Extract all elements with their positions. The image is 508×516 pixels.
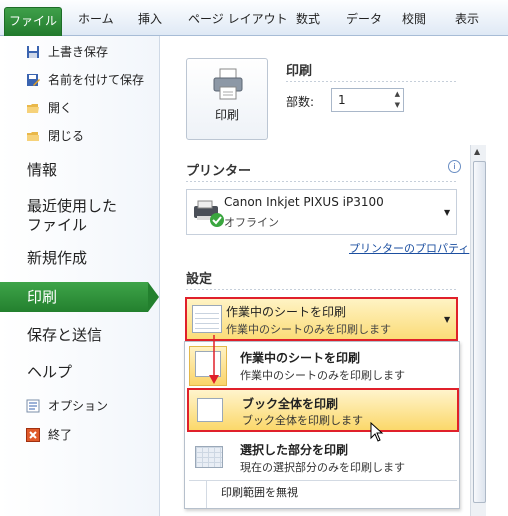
backstage-nav [0,36,160,516]
selected-scope-subtitle: 作業中のシートのみを印刷します [226,323,391,336]
printer-dropdown[interactable]: Canon Inkjet PIXUS iP3100 オフライン ▼ [186,189,457,235]
exit-icon [26,428,40,442]
printer-icon [213,68,243,100]
options-icon [26,399,40,413]
nav-recent-line1[interactable]: 最近使用した [27,196,117,216]
tab-formulas[interactable]: 数式 [296,8,320,30]
exit-label: 終了 [48,428,73,442]
spin-up-icon[interactable]: ▲ [395,90,400,98]
save-icon [27,46,39,58]
print-button[interactable]: 印刷 [186,58,268,140]
tab-insert[interactable]: 挿入 [138,8,162,30]
printer-separator [186,181,456,182]
selected-scope-title: 作業中のシートを印刷 [226,305,347,319]
copies-value: 1 [338,93,346,107]
selection-grid-icon [193,442,223,470]
scrollbar[interactable]: ▲ [470,145,486,516]
chevron-down-icon: ▼ [444,208,451,217]
options-label: オプション [48,399,109,413]
printer-section-title: プリンター [186,164,252,179]
tab-file[interactable]: ファイル [4,7,62,36]
menu-divider [189,480,457,481]
info-icon[interactable]: i [448,160,461,173]
nav-recent-line2[interactable]: ファイル [27,215,87,235]
tab-home[interactable]: ホーム [78,8,114,30]
open-label: 開く [48,101,73,115]
arrow-annotation [209,335,219,384]
close-folder-icon [27,132,39,141]
tab-review[interactable]: 校閲 [402,8,426,30]
printer-properties-link[interactable]: プリンターのプロパティ [349,240,469,256]
mouse-cursor-icon [370,422,384,442]
nav-help[interactable]: ヘルプ [27,362,72,382]
chevron-down-icon: ▼ [444,315,451,324]
scroll-up-icon[interactable]: ▲ [474,147,480,156]
menu-item-subtitle: 作業中のシートのみを印刷します [240,369,405,382]
close-label: 閉じる [48,129,85,143]
nav-new[interactable]: 新規作成 [27,248,87,268]
menu-item-print-workbook[interactable]: ブック全体を印刷 ブック全体を印刷します [187,388,459,432]
workbook-icon [197,398,223,422]
print-separator [286,81,456,82]
nav-print-selected[interactable] [0,282,148,312]
ignore-print-area-option[interactable]: 印刷範囲を無視 [221,484,298,500]
printer-status: オフライン [224,216,279,229]
open-folder-icon [27,104,39,113]
ribbon-tab-bar: ファイル ホーム 挿入 ページ レイアウト 数式 データ 校閲 表示 [0,0,508,36]
menu-item-title: ブック全体を印刷 [242,397,339,411]
menu-item-print-selection[interactable]: 選択した部分を印刷 現在の選択部分のみを印刷します [185,434,459,480]
print-button-label: 印刷 [214,108,239,122]
settings-section-title: 設定 [186,272,213,287]
settings-separator [186,289,456,290]
copies-spinner[interactable]: 1 ▲ ▼ [331,88,404,112]
menu-item-title: 選択した部分を印刷 [240,443,349,457]
printer-device-icon [194,200,224,227]
menu-item-title: 作業中のシートを印刷 [240,351,361,365]
scroll-thumb[interactable] [473,161,486,503]
menu-item-subtitle: 現在の選択部分のみを印刷します [240,461,405,474]
nav-save-send[interactable]: 保存と送信 [27,325,102,345]
tab-page-layout[interactable]: ページ レイアウト [188,8,288,30]
tab-view[interactable]: 表示 [455,8,479,30]
nav-info[interactable]: 情報 [27,160,57,180]
print-scope-menu: 作業中のシートを印刷 作業中のシートのみを印刷します ブック全体を印刷 ブック全… [184,341,460,509]
nav-selection-pointer [148,282,159,312]
save-as-label: 名前を付けて保存 [48,73,145,87]
nav-print[interactable]: 印刷 [27,287,57,307]
tab-data[interactable]: データ [346,8,382,30]
printer-name: Canon Inkjet PIXUS iP3100 [224,195,384,209]
spin-down-icon[interactable]: ▼ [395,101,400,109]
active-sheet-icon [192,305,222,333]
copies-label: 部数: [286,95,315,109]
menu-item-subtitle: ブック全体を印刷します [242,414,363,427]
menu-check-column [193,480,207,508]
print-section-title: 印刷 [286,64,313,79]
save-as-icon [27,74,40,86]
print-scope-dropdown[interactable]: 作業中のシートを印刷 作業中のシートのみを印刷します ▼ [185,297,458,341]
save-label: 上書き保存 [48,45,109,59]
menu-item-print-active-sheet[interactable]: 作業中のシートを印刷 作業中のシートのみを印刷します [185,342,459,388]
